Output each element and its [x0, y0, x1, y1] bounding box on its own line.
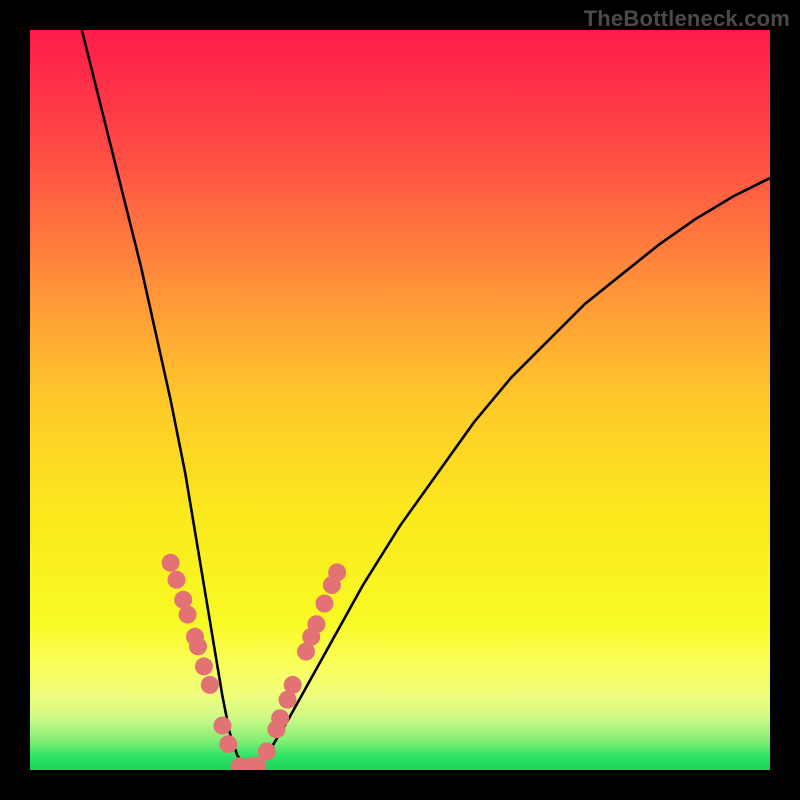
data-marker	[162, 554, 180, 572]
data-marker	[271, 709, 289, 727]
data-marker	[201, 676, 219, 694]
data-marker	[258, 743, 276, 761]
data-marker	[307, 615, 325, 633]
data-marker	[219, 735, 237, 753]
bottleneck-curve	[82, 30, 770, 766]
data-marker	[179, 606, 197, 624]
watermark-text: TheBottleneck.com	[584, 6, 790, 32]
data-marker	[213, 717, 231, 735]
data-marker	[189, 637, 207, 655]
data-marker	[316, 595, 334, 613]
data-marker	[328, 563, 346, 581]
data-marker	[195, 657, 213, 675]
data-markers	[162, 554, 347, 770]
chart-svg	[30, 30, 770, 770]
data-marker	[284, 676, 302, 694]
data-marker	[168, 571, 186, 589]
